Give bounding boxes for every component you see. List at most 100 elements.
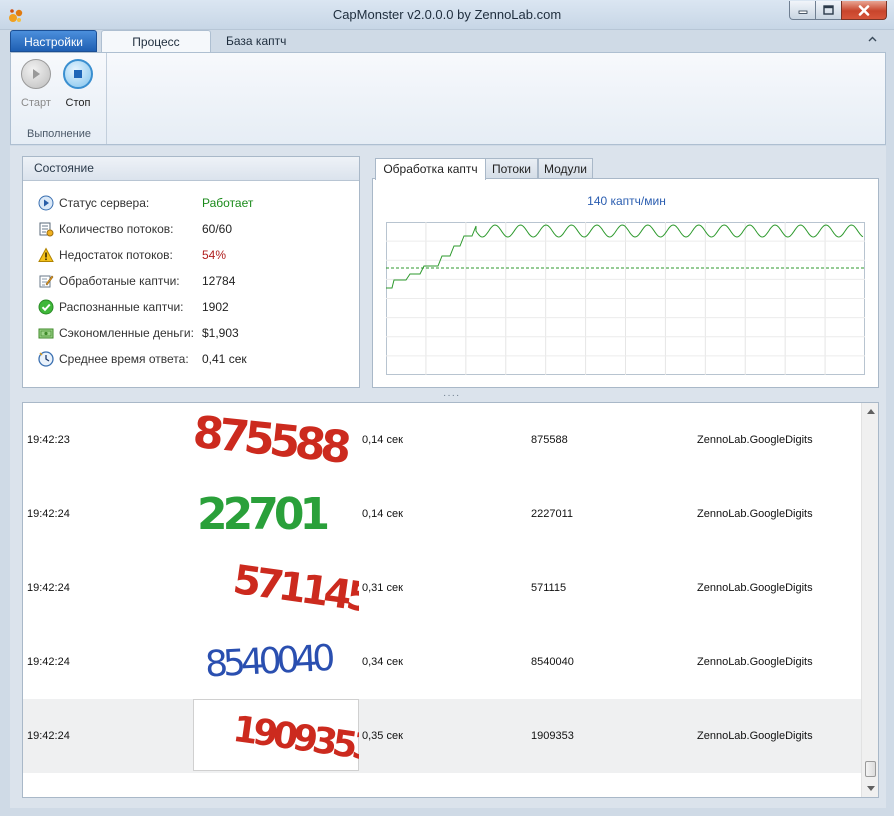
stop-icon xyxy=(74,70,82,78)
log-answer: 8540040 xyxy=(531,656,574,668)
tab-captcha-processing[interactable]: Обработка каптч xyxy=(375,158,486,180)
start-circle xyxy=(21,59,51,89)
captcha-image: 571145 xyxy=(193,551,375,623)
tab-modules[interactable]: Модули xyxy=(538,158,593,179)
server-status-icon xyxy=(38,195,54,211)
status-value: Работает xyxy=(202,196,254,210)
log-module: ZennoLab.GoogleDigits xyxy=(697,508,813,520)
stop-label: Стоп xyxy=(65,97,91,109)
log-module: ZennoLab.GoogleDigits xyxy=(697,730,813,742)
arrow-up-icon xyxy=(866,409,875,414)
log-duration: 0,14 сек xyxy=(362,508,403,520)
threads-icon xyxy=(39,222,54,237)
tab-settings[interactable]: Настройки xyxy=(10,30,97,52)
status-value: 60/60 xyxy=(202,222,233,236)
tab-threads[interactable]: Потоки xyxy=(485,158,538,179)
log-duration: 0,14 сек xyxy=(362,434,403,446)
status-key: Недостаток потоков: xyxy=(59,248,173,262)
scroll-up-button[interactable] xyxy=(862,403,878,420)
ribbon-panel: Старт Стоп Выполнение xyxy=(10,52,886,145)
log-duration: 0,34 сек xyxy=(362,656,403,668)
table-row[interactable]: 19:42:24 8540040 0,34 сек 8540040 ZennoL… xyxy=(23,625,861,699)
status-row-avg-response: Среднее время ответа: 0,41 сек xyxy=(38,349,358,369)
maximize-button[interactable] xyxy=(815,1,842,20)
chart-title: 140 каптч/мин xyxy=(587,194,666,208)
status-row-thread-shortage: Недостаток потоков: 54% xyxy=(38,245,358,265)
log-module: ZennoLab.GoogleDigits xyxy=(697,582,813,594)
chart-panel: 140 каптч/мин xyxy=(372,178,879,388)
status-value: 1902 xyxy=(202,300,229,314)
captcha-rate-chart xyxy=(386,222,865,375)
ribbon-collapse-button[interactable] xyxy=(868,33,877,45)
close-button[interactable] xyxy=(841,1,887,20)
log-duration: 0,31 сек xyxy=(362,582,403,594)
captcha-log-list: 19:42:23 875588 0,14 сек 875588 ZennoLab… xyxy=(22,402,879,798)
log-module: ZennoLab.GoogleDigits xyxy=(697,434,813,446)
status-row-saved-money: Сэкономленные деньги: $1,903 xyxy=(38,323,358,343)
tab-work-process[interactable]: Процесс работы xyxy=(101,30,211,71)
log-answer: 875588 xyxy=(531,434,568,446)
execution-group: Старт Стоп Выполнение xyxy=(11,53,107,144)
arrow-down-icon xyxy=(866,786,875,791)
log-time: 19:42:24 xyxy=(27,730,70,742)
status-value: 0,41 сек xyxy=(202,352,247,366)
log-answer: 2227011 xyxy=(531,508,574,520)
status-value: 12784 xyxy=(202,274,236,288)
captcha-image: 1909353 xyxy=(193,699,378,771)
tab-captcha-base[interactable]: База каптч xyxy=(214,30,298,52)
captcha-image-text: 8540040 xyxy=(204,638,334,686)
status-value: 54% xyxy=(202,248,227,262)
start-button[interactable]: Старт xyxy=(17,59,55,109)
status-panel: Состояние Статус сервера: Работает Колич… xyxy=(22,156,360,388)
status-key: Обработаные каптчи: xyxy=(59,274,180,288)
table-row[interactable]: 19:42:24 571145 0,31 сек 571115 ZennoLab… xyxy=(23,551,861,625)
check-icon xyxy=(38,299,54,315)
play-icon xyxy=(33,69,40,79)
vertical-scrollbar[interactable] xyxy=(861,403,878,797)
log-time: 19:42:24 xyxy=(27,508,70,520)
status-row-recognized: Распознанные каптчи: 1902 xyxy=(38,297,358,317)
table-row[interactable]: 19:42:24 22701 0,14 сек 2227011 ZennoLab… xyxy=(23,477,861,551)
stop-button[interactable]: Стоп xyxy=(59,59,97,109)
captcha-image: 8540040 xyxy=(193,625,359,697)
money-icon xyxy=(38,328,54,339)
status-row-processed: Обработаные каптчи: 12784 xyxy=(38,271,358,291)
table-row[interactable]: 19:42:24 1909353 0,35 сек 1909353 ZennoL… xyxy=(23,699,861,773)
window-title: CapMonster v2.0.0.0 by ZennoLab.com xyxy=(332,7,562,22)
log-duration: 0,35 сек xyxy=(362,730,403,742)
scroll-thumb[interactable] xyxy=(865,761,876,777)
status-value: $1,903 xyxy=(202,326,239,340)
log-answer: 571115 xyxy=(531,582,567,594)
minimize-button[interactable] xyxy=(789,1,816,20)
execution-group-label: Выполнение xyxy=(26,128,92,140)
status-key: Количество потоков: xyxy=(59,222,174,236)
log-time: 19:42:24 xyxy=(27,656,70,668)
warning-icon xyxy=(38,247,54,262)
status-key: Сэкономленные деньги: xyxy=(59,326,194,340)
status-key: Распознанные каптчи: xyxy=(59,300,184,314)
edit-icon xyxy=(39,275,54,288)
table-row[interactable]: 19:42:23 875588 0,14 сек 875588 ZennoLab… xyxy=(23,403,861,477)
start-label: Старт xyxy=(21,97,51,109)
log-module: ZennoLab.GoogleDigits xyxy=(697,656,813,668)
stop-circle xyxy=(63,59,93,89)
log-time: 19:42:23 xyxy=(27,434,70,446)
status-header: Состояние xyxy=(23,157,359,181)
minimize-icon xyxy=(798,10,807,14)
chevron-up-icon xyxy=(868,36,877,42)
captcha-image: 22701 xyxy=(193,477,359,549)
status-row-threads: Количество потоков: 60/60 xyxy=(38,219,358,239)
ribbon-tabs: Настройки Процесс работы База каптч xyxy=(0,30,894,71)
splitter-handle[interactable]: ···· xyxy=(443,390,460,401)
captcha-image-text: 22701 xyxy=(197,489,327,540)
status-key: Среднее время ответа: xyxy=(59,352,189,366)
status-row-server: Статус сервера: Работает xyxy=(38,193,358,213)
captcha-image: 875588 xyxy=(191,403,359,475)
maximize-icon xyxy=(823,5,834,15)
scroll-down-button[interactable] xyxy=(862,780,878,797)
close-icon xyxy=(858,4,870,16)
clock-icon xyxy=(38,351,54,367)
log-answer: 1909353 xyxy=(531,730,574,742)
status-key: Статус сервера: xyxy=(59,196,150,210)
title-bar: CapMonster v2.0.0.0 by ZennoLab.com xyxy=(0,0,894,30)
